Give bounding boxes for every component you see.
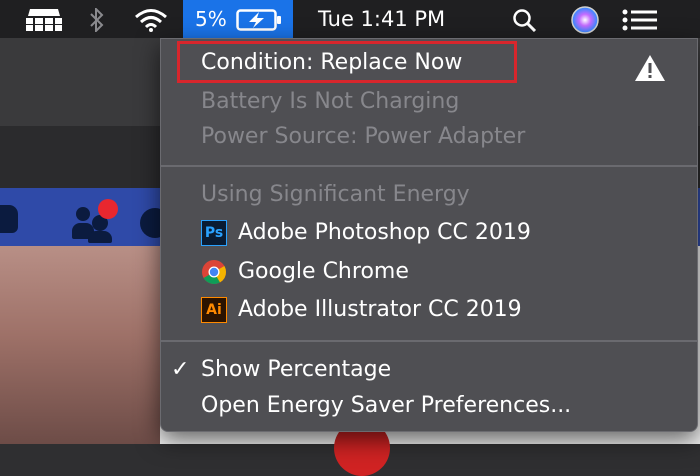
spotlight-search-icon[interactable] bbox=[512, 8, 538, 32]
menu-separator bbox=[161, 165, 697, 167]
charging-status-item: Battery Is Not Charging bbox=[201, 89, 460, 114]
warning-icon bbox=[635, 55, 665, 81]
battery-charging-icon bbox=[236, 9, 281, 31]
app-item-chrome[interactable]: Google Chrome bbox=[238, 255, 409, 289]
app-item-illustrator[interactable]: Adobe Illustrator CC 2019 bbox=[238, 293, 522, 327]
photoshop-icon: Ps bbox=[201, 220, 227, 246]
desktop-icon[interactable] bbox=[24, 9, 64, 31]
energy-header-item: Using Significant Energy bbox=[201, 182, 470, 207]
chrome-icon bbox=[202, 260, 226, 285]
checkmark-icon: ✓ bbox=[171, 357, 190, 382]
battery-condition-item[interactable]: Condition: Replace Now bbox=[201, 46, 462, 80]
menu-separator bbox=[161, 340, 697, 342]
bluetooth-icon[interactable] bbox=[88, 8, 106, 32]
friend-requests-icon bbox=[72, 199, 118, 243]
illustrator-icon: Ai bbox=[201, 297, 227, 323]
notifications-bell-icon bbox=[0, 205, 18, 233]
battery-dropdown-menu: Condition: Replace Now Battery Is Not Ch… bbox=[160, 38, 698, 432]
power-source-item: Power Source: Power Adapter bbox=[201, 124, 526, 149]
open-energy-saver-item[interactable]: Open Energy Saver Preferences... bbox=[201, 389, 571, 423]
menubar-clock[interactable]: Tue 1:41 PM bbox=[318, 0, 445, 38]
battery-percentage: 5% bbox=[195, 7, 227, 31]
notification-center-icon[interactable] bbox=[622, 9, 658, 31]
wifi-icon[interactable] bbox=[134, 8, 168, 32]
menu-bar: 5% Tue 1:41 PM bbox=[0, 0, 700, 38]
show-percentage-item[interactable]: Show Percentage bbox=[201, 353, 391, 387]
app-item-photoshop[interactable]: Adobe Photoshop CC 2019 bbox=[238, 216, 531, 250]
siri-icon[interactable] bbox=[570, 5, 600, 35]
